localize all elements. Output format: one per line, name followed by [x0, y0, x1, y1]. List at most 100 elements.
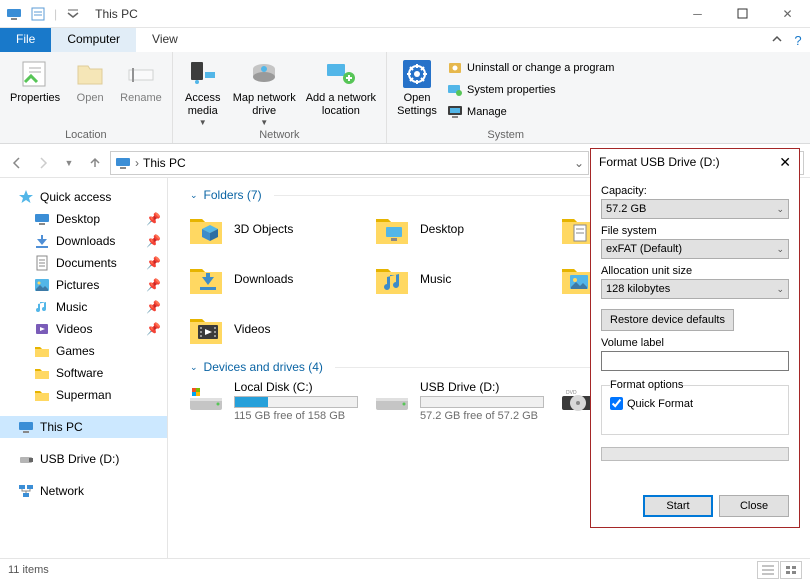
manage-button[interactable]: Manage — [443, 102, 618, 122]
pin-icon: 📌 — [146, 256, 161, 270]
tab-computer[interactable]: Computer — [51, 28, 136, 52]
drive-item[interactable]: USB Drive (D:)57.2 GB free of 57.2 GB — [364, 376, 550, 426]
documents-icon — [34, 255, 50, 271]
hdd-icon — [186, 380, 226, 420]
capacity-label: Capacity: — [601, 185, 789, 197]
forward-button[interactable] — [32, 152, 54, 174]
tree-item[interactable]: Downloads📌 — [0, 230, 167, 252]
videos-icon — [34, 321, 50, 337]
chevron-right-icon: › — [135, 156, 139, 170]
capacity-select[interactable]: 57.2 GB⌄ — [601, 199, 789, 219]
filesystem-select[interactable]: exFAT (Default)⌄ — [601, 239, 789, 259]
ribbon-group-location: Properties Open Rename Location — [0, 52, 173, 143]
music-icon — [34, 299, 50, 315]
folder-icon — [34, 343, 50, 359]
desktop-icon — [34, 211, 50, 227]
computer-icon — [6, 6, 22, 22]
tree-item[interactable]: Desktop📌 — [0, 208, 167, 230]
recent-locations-button[interactable]: ▼ — [58, 152, 80, 174]
tree-item[interactable]: Software — [0, 362, 167, 384]
tree-quick-access[interactable]: Quick access — [0, 186, 167, 208]
network-icon — [18, 483, 34, 499]
folder-item[interactable]: Music — [364, 254, 550, 304]
system-properties-button[interactable]: System properties — [443, 80, 618, 100]
map-drive-button[interactable]: Map network drive ▼ — [229, 56, 300, 127]
pin-icon: 📌 — [146, 300, 161, 314]
rename-button: Rename — [116, 56, 166, 127]
tree-this-pc[interactable]: This PC — [0, 416, 167, 438]
alloc-label: Allocation unit size — [601, 265, 789, 277]
folder-icon — [34, 387, 50, 403]
uninstall-button[interactable]: Uninstall or change a program — [443, 58, 618, 78]
tree-item[interactable]: Music📌 — [0, 296, 167, 318]
folder-icon — [34, 365, 50, 381]
folder-icon — [186, 209, 226, 249]
tab-file[interactable]: File — [0, 28, 51, 52]
properties-button[interactable]: Properties — [6, 56, 64, 127]
pin-icon: 📌 — [146, 322, 161, 336]
view-details-button[interactable] — [757, 561, 779, 579]
drive-usage-bar — [420, 396, 544, 408]
usb-icon — [18, 451, 34, 467]
quick-format-checkbox[interactable]: Quick Format — [610, 397, 780, 410]
access-media-button[interactable]: Access media ▼ — [179, 56, 227, 127]
svg-text:DVD: DVD — [566, 390, 577, 396]
folder-icon — [372, 259, 412, 299]
maximize-button[interactable] — [720, 0, 765, 28]
volume-label-input[interactable] — [601, 351, 789, 371]
chevron-down-icon: ⌄ — [190, 190, 198, 201]
tree-item[interactable]: Games — [0, 340, 167, 362]
ribbon-tabs: File Computer View ? — [0, 28, 810, 52]
dialog-close-action-button[interactable]: Close — [719, 495, 789, 517]
folder-item[interactable]: Desktop — [364, 204, 550, 254]
drive-item[interactable]: Local Disk (C:)115 GB free of 158 GB — [178, 376, 364, 426]
tree-item[interactable]: Superman — [0, 384, 167, 406]
folder-item[interactable]: Downloads — [178, 254, 364, 304]
minimize-button[interactable]: ─ — [675, 0, 720, 28]
folder-icon — [372, 209, 412, 249]
tree-item[interactable]: Documents📌 — [0, 252, 167, 274]
up-button[interactable] — [84, 152, 106, 174]
folder-item[interactable]: Videos — [178, 304, 364, 354]
navigation-tree: Quick access Desktop📌Downloads📌Documents… — [0, 178, 168, 578]
computer-icon — [115, 155, 131, 171]
dialog-titlebar: Format USB Drive (D:) ✕ — [591, 149, 799, 175]
tree-item[interactable]: Pictures📌 — [0, 274, 167, 296]
folder-icon — [186, 259, 226, 299]
chevron-down-icon[interactable]: ⌄ — [574, 156, 584, 170]
ribbon: Properties Open Rename Location Access m… — [0, 52, 810, 144]
open-settings-button[interactable]: Open Settings — [393, 56, 441, 127]
allocation-select[interactable]: 128 kilobytes⌄ — [601, 279, 789, 299]
chevron-down-icon: ⌄ — [190, 362, 198, 373]
usb-drive-icon — [372, 380, 412, 420]
dialog-close-button[interactable]: ✕ — [779, 154, 791, 171]
fs-label: File system — [601, 225, 789, 237]
collapse-ribbon-button[interactable] — [768, 28, 786, 52]
drive-usage-bar — [234, 396, 358, 408]
back-button[interactable] — [6, 152, 28, 174]
downloads-icon — [34, 233, 50, 249]
tab-view[interactable]: View — [136, 28, 194, 52]
tree-network[interactable]: Network — [0, 480, 167, 502]
format-progress-bar — [601, 447, 789, 461]
tree-item[interactable]: Videos📌 — [0, 318, 167, 340]
ribbon-group-network: Access media ▼ Map network drive ▼ Add a… — [173, 52, 387, 143]
folder-icon — [186, 309, 226, 349]
help-button[interactable]: ? — [786, 28, 810, 52]
properties-qat-icon[interactable] — [30, 6, 46, 22]
pin-icon: 📌 — [146, 278, 161, 292]
add-network-location-button[interactable]: Add a network location — [302, 56, 380, 127]
restore-defaults-button[interactable]: Restore device defaults — [601, 309, 734, 331]
view-large-button[interactable] — [780, 561, 802, 579]
tree-usb-drive[interactable]: USB Drive (D:) — [0, 448, 167, 470]
address-segment[interactable]: This PC — [143, 156, 186, 170]
close-button[interactable]: ✕ — [765, 0, 810, 28]
qat-dropdown-icon[interactable] — [65, 6, 81, 22]
open-button: Open — [66, 56, 114, 127]
address-bar[interactable]: › This PC ⌄ — [110, 151, 589, 175]
status-item-count: 11 items — [8, 564, 49, 576]
window-controls: ─ ✕ — [675, 0, 810, 28]
start-button[interactable]: Start — [643, 495, 713, 517]
folder-item[interactable]: 3D Objects — [178, 204, 364, 254]
qat-divider: | — [54, 7, 57, 21]
